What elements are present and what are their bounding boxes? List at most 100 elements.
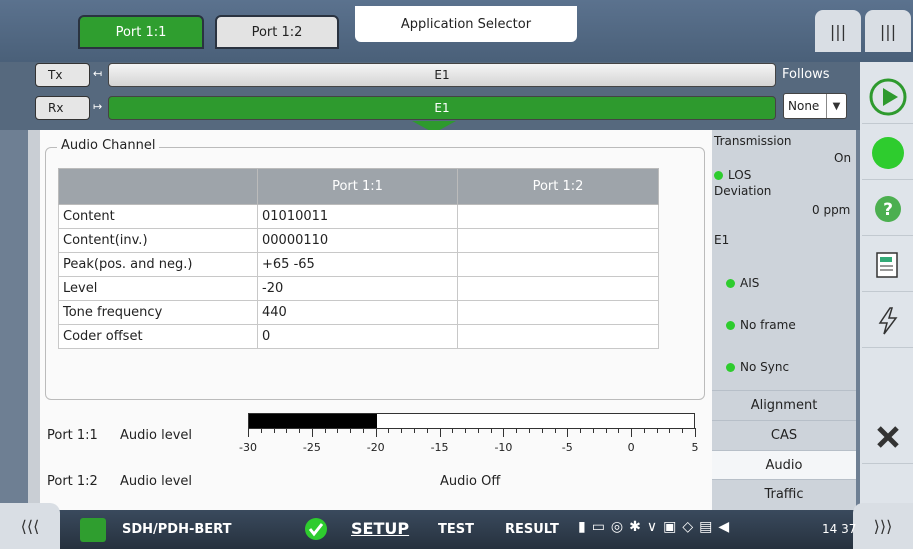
port1-value: 440 — [257, 300, 458, 325]
scale-tick — [516, 428, 518, 433]
audio-channel-table: Port 1:1 Port 1:2 Content 01010011 Conten… — [58, 168, 659, 349]
scale-tick — [324, 428, 326, 433]
scale-tick — [337, 428, 339, 433]
port2-level-label: Port 1:2 — [47, 474, 98, 489]
scale-tick — [528, 428, 530, 433]
follows-label: Follows — [782, 67, 830, 82]
scale-tick — [299, 428, 301, 433]
tx-button[interactable]: Tx — [35, 63, 90, 87]
table-row: Content(inv.) 00000110 — [58, 228, 659, 253]
led-icon — [726, 321, 735, 330]
scale-tick — [592, 428, 594, 433]
scale-tick — [286, 428, 288, 433]
nav-traffic[interactable]: Traffic — [712, 479, 856, 508]
scale-tick — [452, 428, 454, 433]
e1-label: E1 — [714, 233, 730, 247]
report-icon — [875, 251, 898, 278]
nav-audio[interactable]: Audio — [712, 450, 856, 479]
nav-cas[interactable]: CAS — [712, 420, 856, 449]
scale-tick — [375, 428, 377, 437]
scale-tick — [695, 428, 696, 437]
status-led-icon — [871, 136, 904, 169]
setup-tab[interactable]: SETUP — [351, 519, 409, 538]
global-status-led[interactable] — [862, 126, 913, 180]
row-label: Content(inv.) — [58, 228, 258, 253]
los-indicator: LOS — [714, 168, 751, 182]
scale-tick — [414, 428, 416, 433]
help-icon: ? — [874, 195, 901, 222]
test-tab[interactable]: TEST — [438, 522, 474, 537]
column-header: Port 1:1 — [257, 168, 458, 205]
scale-tick — [273, 428, 275, 433]
port1-value: 01010011 — [257, 204, 458, 229]
scale-tick — [477, 428, 479, 433]
tx-signal-bar[interactable]: E1 — [108, 63, 776, 87]
table-row: Coder offset 0 — [58, 324, 659, 349]
scale-tick — [580, 428, 582, 433]
inject-error-button[interactable] — [862, 294, 913, 348]
los-label: LOS — [728, 168, 752, 182]
tab-port-1-1[interactable]: Port 1:1 — [78, 15, 204, 49]
help-button[interactable]: ? — [862, 182, 913, 236]
no-sync-indicator: No Sync — [726, 360, 789, 374]
app-name[interactable]: SDH/PDH-BERT — [122, 522, 231, 537]
deviation-value: 0 ppm — [812, 203, 851, 217]
nav-alignment[interactable]: Alignment — [712, 390, 856, 419]
play-icon — [869, 78, 906, 115]
port1-value: -20 — [257, 276, 458, 301]
scroll-left-button[interactable]: ⟨⟨⟨ — [0, 503, 60, 549]
scale-label: 5 — [691, 441, 699, 454]
chevrons-left-icon: ⟨⟨⟨ — [20, 516, 40, 536]
left-scroll-strip — [28, 130, 40, 510]
led-icon — [726, 279, 735, 288]
scale-tick — [439, 428, 441, 437]
port2-value — [457, 276, 659, 301]
start-button[interactable] — [862, 70, 913, 124]
row-label: Content — [58, 204, 258, 229]
follows-select[interactable]: None ▼ — [783, 93, 847, 119]
grip-icon: ||| — [879, 21, 897, 41]
scale-tick — [260, 428, 262, 433]
rx-button[interactable]: Rx — [35, 96, 90, 120]
rx-signal-bar[interactable]: E1 — [108, 96, 776, 120]
port2-value — [457, 204, 659, 229]
row-label: Level — [58, 276, 258, 301]
table-row: Content 01010011 — [58, 204, 659, 229]
scale-label: -5 — [561, 441, 573, 454]
scale-tick — [541, 428, 543, 433]
scroll-right-button[interactable]: ⟩⟩⟩ — [853, 503, 913, 549]
transmission-label: Transmission — [714, 134, 792, 148]
port2-audio-level-label: Audio level — [120, 474, 192, 489]
row-label: Tone frequency — [58, 300, 258, 325]
arrow-icon: ↦ — [93, 100, 103, 113]
scale-label: -15 — [430, 441, 449, 454]
follows-value: None — [788, 99, 820, 113]
deviation-label: Deviation — [714, 184, 772, 198]
scale-tick — [618, 428, 620, 433]
menu-tab-2[interactable]: ||| — [865, 10, 911, 52]
lightning-icon — [878, 306, 897, 334]
rx-label: Rx — [48, 101, 64, 115]
application-selector-button[interactable]: Application Selector — [355, 6, 577, 42]
port2-value — [457, 300, 659, 325]
check-icon — [304, 517, 328, 545]
scale-label: -20 — [366, 441, 385, 454]
tab-port-1-2[interactable]: Port 1:2 — [215, 15, 339, 49]
row-label: Peak(pos. and neg.) — [58, 252, 258, 277]
scale-label: 0 — [627, 441, 635, 454]
svg-text:?: ? — [883, 200, 893, 220]
result-tab[interactable]: RESULT — [505, 522, 559, 537]
audio-level-meter — [248, 413, 695, 429]
report-button[interactable] — [862, 238, 913, 292]
close-button[interactable] — [862, 410, 913, 464]
scale-tick — [605, 428, 607, 433]
menu-tab-1[interactable]: ||| — [815, 10, 861, 52]
chevron-down-icon: ▼ — [826, 94, 846, 118]
scale-tick — [490, 428, 492, 433]
scale-tick — [311, 428, 313, 437]
table-row: Peak(pos. and neg.) +65 -65 — [58, 252, 659, 277]
port1-value: +65 -65 — [257, 252, 458, 277]
table-row: Level -20 — [58, 276, 659, 301]
column-header: Port 1:2 — [457, 168, 659, 205]
scale-tick — [465, 428, 467, 433]
